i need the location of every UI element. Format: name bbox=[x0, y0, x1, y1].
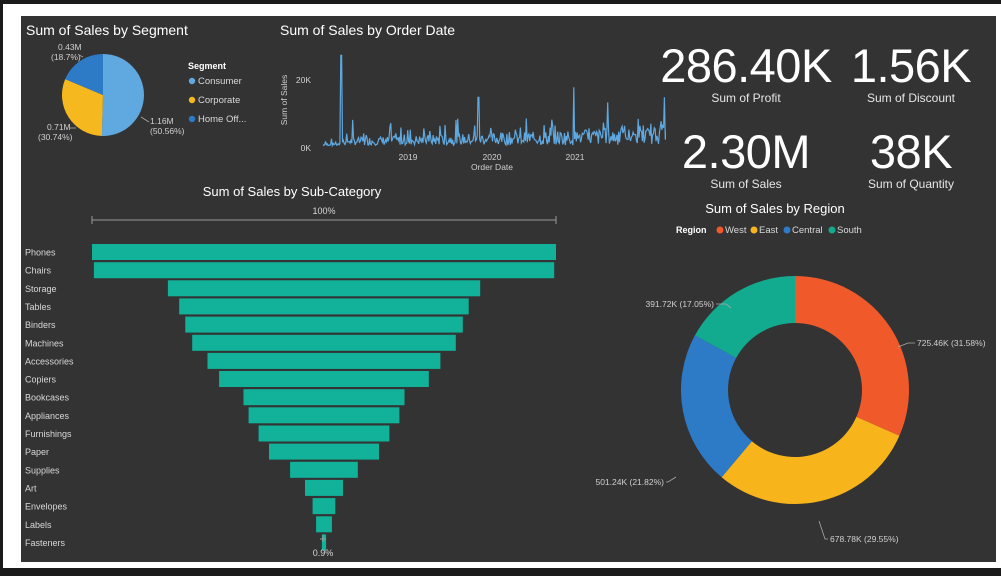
xtick-2020: 2020 bbox=[483, 152, 502, 162]
funnel-bottom-percent: 0.9% bbox=[313, 548, 334, 558]
funnel-label-paper: Paper bbox=[25, 447, 49, 457]
pie-label-homeoffice-value: 0.43M bbox=[58, 42, 82, 52]
bottom-border bbox=[0, 568, 1001, 576]
kpi-quantity-label: Sum of Quantity bbox=[867, 177, 955, 191]
top-border bbox=[0, 0, 1001, 4]
legend-item-south[interactable]: South bbox=[837, 225, 862, 236]
left-border bbox=[0, 0, 3, 576]
pie-slice-consumer[interactable] bbox=[101, 54, 145, 136]
funnel-label-accessories: Accessories bbox=[25, 356, 74, 366]
funnel-bar-machines[interactable] bbox=[192, 334, 456, 351]
funnel-label-phones: Phones bbox=[25, 248, 56, 258]
donut-slice-west[interactable] bbox=[795, 276, 909, 436]
funnel-bar-art[interactable] bbox=[305, 479, 343, 496]
funnel-label-envelopes: Envelopes bbox=[25, 502, 68, 512]
pie-label-consumer-pct: (50.56%) bbox=[150, 126, 185, 136]
xtick-2021: 2021 bbox=[566, 152, 585, 162]
date-chart-title: Sum of Sales by Order Date bbox=[280, 22, 455, 38]
funnel-bar-chairs[interactable] bbox=[93, 262, 555, 279]
legend-dot-east bbox=[750, 226, 758, 234]
legend-dot-corporate bbox=[188, 96, 196, 104]
kpi-quantity-value: 38K bbox=[869, 125, 953, 178]
region-chart-title: Sum of Sales by Region bbox=[705, 201, 844, 216]
kpi-discount-label: Sum of Discount bbox=[866, 91, 956, 105]
kpi-card-discount[interactable]: 1.56K Sum of Discount bbox=[847, 39, 975, 106]
funnel-label-chairs: Chairs bbox=[25, 266, 52, 276]
funnel-bar-accessories[interactable] bbox=[207, 352, 441, 369]
legend-item-east[interactable]: East bbox=[759, 225, 778, 236]
subcategory-funnel-visual[interactable]: Sum of Sales by Sub-Category 100% Phones… bbox=[21, 176, 581, 562]
funnel-bar-paper[interactable] bbox=[269, 443, 379, 460]
segment-pie-visual[interactable]: Sum of Sales by Segment 1.16M (50.56%) 0… bbox=[21, 16, 276, 151]
funnel-bar-appliances[interactable] bbox=[248, 407, 400, 424]
sales-date-line[interactable] bbox=[322, 54, 666, 148]
kpi-profit-value: 286.40K bbox=[660, 39, 832, 92]
funnel-label-labels: Labels bbox=[25, 520, 52, 530]
legend-item-home-office[interactable]: Home Off... bbox=[198, 114, 246, 125]
pie-label-homeoffice-pct: (18.7%) bbox=[51, 52, 81, 62]
funnel-bar-copiers[interactable] bbox=[219, 371, 429, 387]
funnel-label-binders: Binders bbox=[25, 320, 56, 330]
kpi-profit-label: Sum of Profit bbox=[711, 91, 781, 105]
legend-dot-home-office bbox=[188, 115, 196, 123]
funnel-label-machines: Machines bbox=[25, 338, 64, 348]
donut-slice-east[interactable] bbox=[721, 416, 900, 504]
kpi-sales-label: Sum of Sales bbox=[710, 177, 782, 191]
funnel-label-copiers: Copiers bbox=[25, 375, 57, 385]
funnel-label-supplies: Supplies bbox=[25, 465, 60, 475]
funnel-bar-envelopes[interactable] bbox=[312, 498, 336, 515]
legend-item-corporate[interactable]: Corporate bbox=[198, 95, 240, 106]
funnel-top-percent: 100% bbox=[312, 206, 335, 216]
funnel-bar-binders[interactable] bbox=[185, 316, 463, 333]
funnel-label-fasteners: Fasteners bbox=[25, 538, 66, 548]
funnel-label-appliances: Appliances bbox=[25, 411, 70, 421]
funnel-bar-tables[interactable] bbox=[179, 298, 469, 315]
funnel-label-bookcases: Bookcases bbox=[25, 393, 70, 403]
subcat-chart-title: Sum of Sales by Sub-Category bbox=[203, 184, 382, 199]
kpi-card-quantity[interactable]: 38K Sum of Quantity bbox=[847, 125, 975, 192]
region-legend-title: Region bbox=[676, 225, 707, 235]
funnel-bar-furnishings[interactable] bbox=[258, 425, 390, 442]
funnel-bar-storage[interactable] bbox=[167, 280, 481, 297]
funnel-bar-bookcases[interactable] bbox=[243, 389, 405, 406]
funnel-bar-labels[interactable] bbox=[316, 516, 332, 533]
region-donut[interactable] bbox=[681, 276, 909, 504]
segment-pie[interactable] bbox=[61, 54, 145, 136]
funnel-bar-phones[interactable] bbox=[92, 244, 556, 260]
region-donut-visual[interactable]: Sum of Sales by Region Region West East … bbox=[566, 191, 996, 562]
donut-label-west: 725.46K (31.58%) bbox=[917, 338, 986, 348]
donut-label-east: 678.78K (29.55%) bbox=[830, 534, 899, 544]
legend-dot-south bbox=[828, 226, 836, 234]
pie-label-corporate-pct: (30.74%) bbox=[38, 132, 73, 142]
kpi-sales-value: 2.30M bbox=[681, 125, 811, 178]
funnel-bars: Phones Chairs Storage Tables Binders Machines… bbox=[25, 244, 556, 551]
kpi-discount-value: 1.56K bbox=[850, 39, 972, 92]
report-canvas: Sum of Sales by Segment 1.16M (50.56%) 0… bbox=[21, 16, 996, 562]
date-chart-ylabel: Sum of Sales bbox=[279, 75, 289, 126]
funnel-label-storage: Storage bbox=[25, 284, 57, 294]
funnel-label-tables: Tables bbox=[25, 302, 52, 312]
legend-item-west[interactable]: West bbox=[725, 225, 747, 236]
legend-dot-consumer bbox=[188, 77, 196, 85]
kpi-card-sales[interactable]: 2.30M Sum of Sales bbox=[671, 125, 821, 192]
date-line-visual[interactable]: Sum of Sales by Order Date Sum of Sales … bbox=[276, 16, 666, 176]
donut-label-central: 501.24K (21.82%) bbox=[595, 477, 664, 487]
ytick-20k: 20K bbox=[296, 75, 311, 85]
donut-label-south: 391.72K (17.05%) bbox=[645, 299, 714, 309]
ytick-0k: 0K bbox=[301, 143, 312, 153]
legend-item-consumer[interactable]: Consumer bbox=[198, 76, 242, 87]
xtick-2019: 2019 bbox=[399, 152, 418, 162]
legend-dot-central bbox=[783, 226, 791, 234]
legend-item-central[interactable]: Central bbox=[792, 225, 823, 236]
funnel-bar-supplies[interactable] bbox=[290, 461, 358, 478]
date-chart-xlabel: Order Date bbox=[471, 162, 513, 172]
funnel-label-art: Art bbox=[25, 483, 37, 493]
legend-dot-west bbox=[716, 226, 724, 234]
funnel-label-furnishings: Furnishings bbox=[25, 429, 72, 439]
pie-label-consumer-value: 1.16M bbox=[150, 116, 174, 126]
pie-label-corporate-value: 0.71M bbox=[47, 122, 71, 132]
segment-chart-title: Sum of Sales by Segment bbox=[26, 22, 188, 38]
kpi-card-profit[interactable]: 286.40K Sum of Profit bbox=[657, 39, 835, 106]
segment-legend-title: Segment bbox=[188, 61, 226, 71]
